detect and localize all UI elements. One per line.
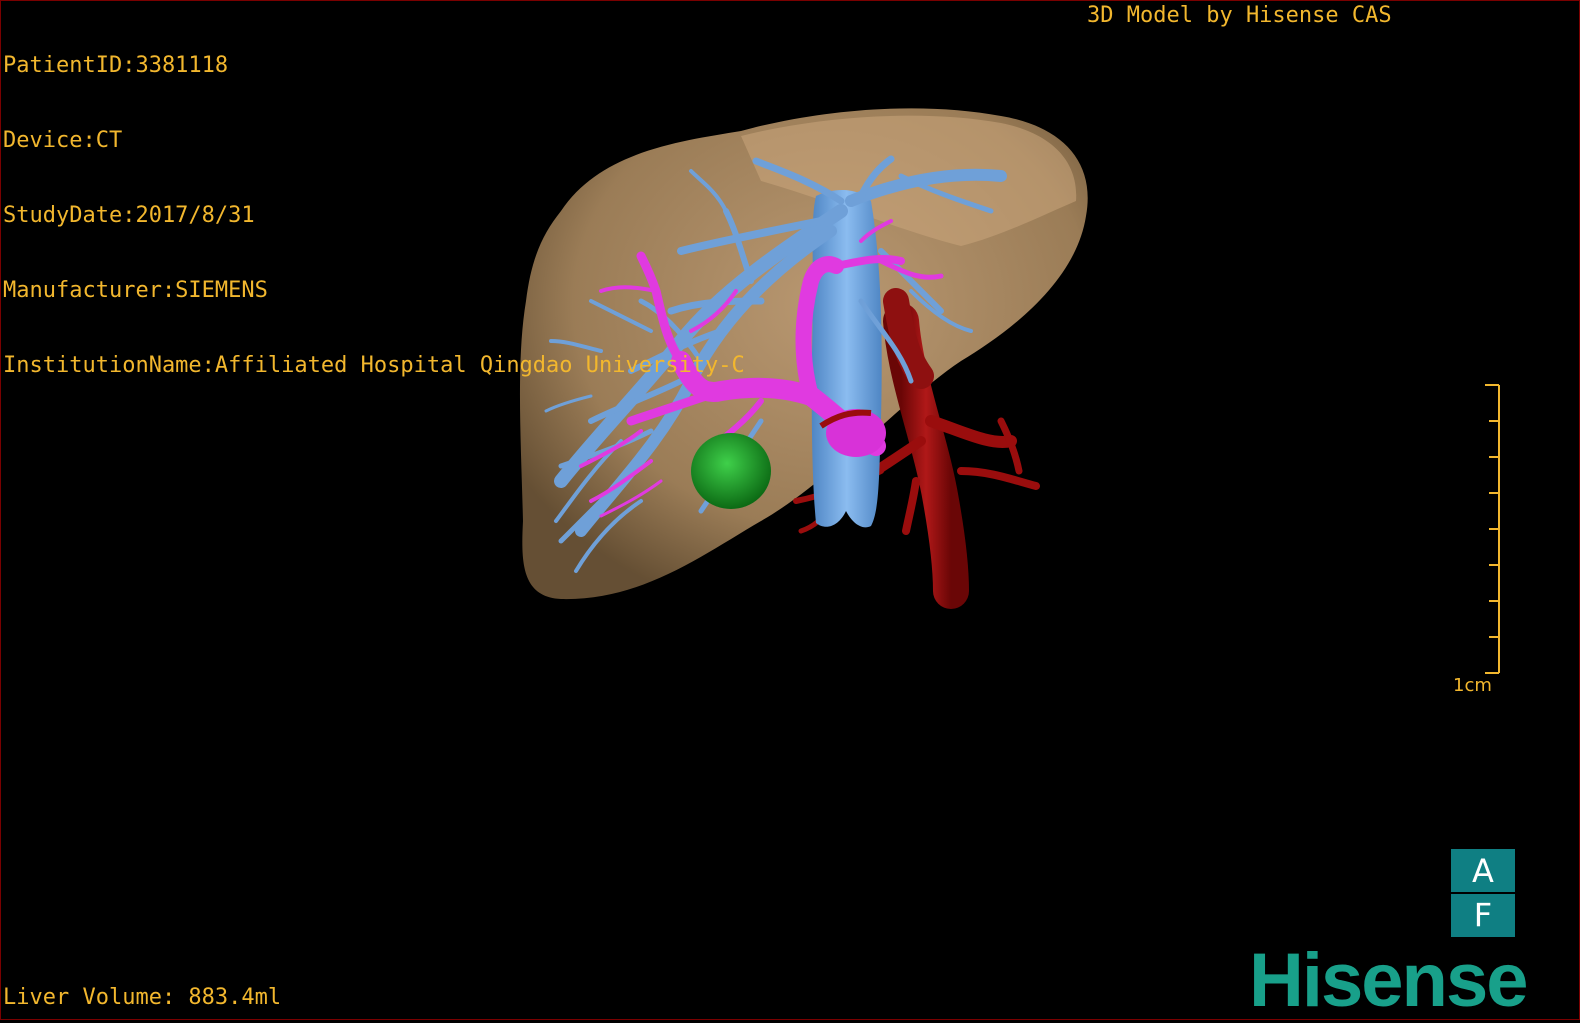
3d-viewport[interactable]: PatientID:3381118 Device:CT StudyDate:20… [0, 0, 1580, 1020]
institution-label: InstitutionName:Affiliated Hospital Qing… [3, 353, 745, 378]
device-label: Device:CT [3, 128, 123, 153]
scale-bar [1485, 384, 1500, 674]
scale-bar-label: 1cm [1453, 675, 1492, 696]
patient-id-label: PatientID:3381118 [3, 53, 229, 78]
model-credit-label: 3D Model by Hisense CAS [1087, 3, 1392, 28]
hisense-logo: Hisense [1249, 938, 1528, 1023]
dicom-info-overlay: PatientID:3381118 Device:CT StudyDate:20… [3, 3, 745, 428]
liver-volume-label: Liver Volume: 883.4ml [3, 985, 282, 1010]
study-date-label: StudyDate:2017/8/31 [3, 203, 255, 228]
lesion [691, 433, 771, 509]
manufacturer-label: Manufacturer:SIEMENS [3, 278, 268, 303]
orientation-cube[interactable]: A F [1451, 849, 1515, 937]
orientation-divider [1451, 892, 1515, 894]
orientation-foot: F [1473, 896, 1493, 934]
orientation-anterior: A [1472, 852, 1494, 890]
